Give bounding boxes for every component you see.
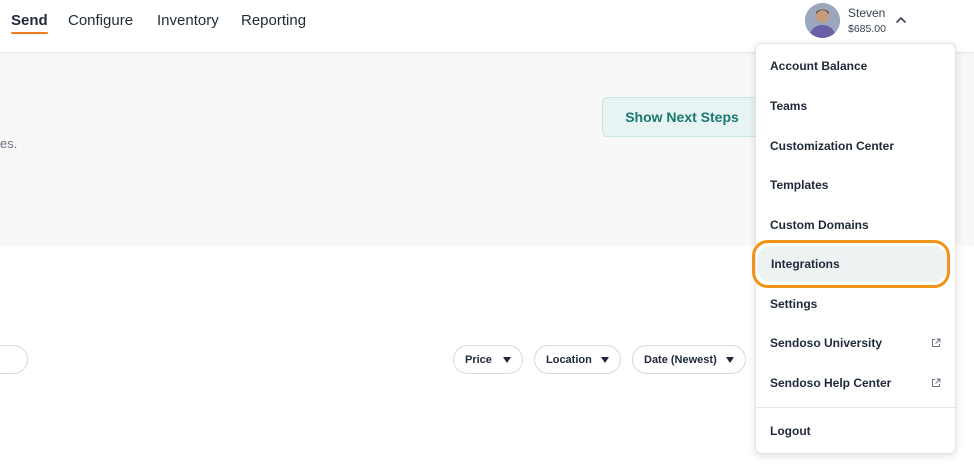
menu-item-label: Account Balance [770, 59, 868, 73]
avatar-image [805, 3, 840, 38]
menu-item-label: Teams [770, 99, 808, 113]
nav-tab-configure[interactable]: Configure [68, 12, 133, 29]
menu-item-account-balance[interactable]: Account Balance [756, 48, 955, 84]
date-sort-label: Date (Newest) [644, 353, 717, 366]
user-dropdown-menu: Account Balance Teams Customization Cent… [755, 43, 956, 454]
show-next-steps-button[interactable]: Show Next Steps [602, 97, 762, 137]
menu-item-label: Templates [770, 178, 829, 192]
hero-description: es. [0, 136, 18, 151]
menu-item-label: Sendoso Help Center [770, 376, 892, 390]
caret-down-icon [601, 357, 609, 363]
price-filter-dropdown[interactable]: Price [453, 345, 523, 374]
menu-divider [756, 407, 955, 408]
menu-item-label: Custom Domains [770, 218, 869, 232]
price-filter-label: Price [465, 353, 492, 366]
location-filter-dropdown[interactable]: Location [534, 345, 621, 374]
menu-item-settings[interactable]: Settings [756, 286, 955, 322]
menu-item-logout[interactable]: Logout [756, 413, 955, 449]
menu-item-customization-center[interactable]: Customization Center [756, 128, 955, 164]
external-link-icon [932, 338, 941, 347]
menu-item-label: Settings [770, 297, 818, 311]
menu-item-sendoso-university[interactable]: Sendoso University [756, 325, 955, 361]
menu-item-custom-domains[interactable]: Custom Domains [756, 207, 955, 243]
menu-item-label: Sendoso University [770, 336, 883, 350]
caret-down-icon [726, 357, 734, 363]
menu-item-label: Customization Center [770, 139, 895, 153]
search-input[interactable] [0, 345, 28, 374]
menu-item-teams[interactable]: Teams [756, 88, 955, 124]
nav-tab-send[interactable]: Send [11, 12, 48, 34]
menu-item-templates[interactable]: Templates [756, 167, 955, 203]
nav-tab-reporting[interactable]: Reporting [241, 12, 306, 29]
menu-item-integrations[interactable]: Integrations [757, 246, 948, 282]
location-filter-label: Location [546, 353, 592, 366]
caret-down-icon [503, 357, 511, 363]
menu-item-label: Logout [770, 424, 811, 438]
user-balance: $685.00 [848, 23, 886, 35]
user-name: Steven [848, 6, 886, 20]
external-link-icon [932, 378, 941, 387]
menu-item-label: Integrations [771, 257, 840, 271]
avatar [805, 3, 840, 38]
date-sort-dropdown[interactable]: Date (Newest) [632, 345, 746, 374]
menu-item-sendoso-help-center[interactable]: Sendoso Help Center [756, 365, 955, 401]
user-menu-toggle[interactable]: Steven $685.00 [805, 3, 915, 39]
nav-tab-inventory[interactable]: Inventory [157, 12, 219, 29]
chevron-up-icon [896, 17, 906, 23]
